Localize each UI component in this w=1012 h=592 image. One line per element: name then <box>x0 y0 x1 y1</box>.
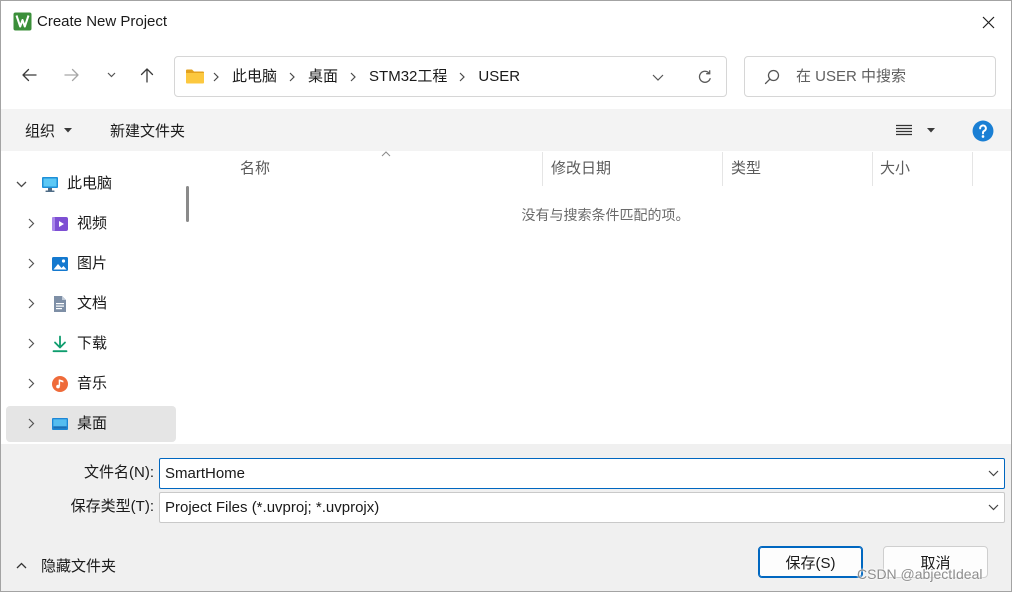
file-list-pane[interactable] <box>200 151 1011 444</box>
chevron-down-icon <box>988 504 999 511</box>
back-button[interactable] <box>13 59 45 91</box>
video-icon <box>51 215 69 233</box>
breadcrumb-separator-icon[interactable] <box>459 72 466 82</box>
new-folder-button[interactable]: 新建文件夹 <box>100 115 195 145</box>
forward-button[interactable] <box>56 59 88 91</box>
window-title: Create New Project <box>37 13 168 30</box>
chevron-up-icon <box>16 562 27 569</box>
breadcrumb-desktop[interactable]: 桌面 <box>308 67 338 87</box>
hide-folders-label: 隐藏文件夹 <box>41 557 117 575</box>
breadcrumb-stm32-project[interactable]: STM32工程 <box>369 67 447 87</box>
search-icon <box>764 69 780 85</box>
sidebar-item-label: 视频 <box>77 215 108 232</box>
chevron-right-icon[interactable] <box>28 258 35 269</box>
arrow-left-icon <box>21 67 37 83</box>
column-header-name[interactable]: 名称 <box>201 152 543 186</box>
monitor-icon <box>41 175 59 193</box>
arrow-up-icon <box>139 67 155 83</box>
sidebar-item-pictures[interactable]: 图片 <box>6 246 176 282</box>
refresh-icon <box>697 69 713 85</box>
address-history-button[interactable] <box>642 61 674 93</box>
column-header-date-modified[interactable]: 修改日期 <box>543 152 723 186</box>
dropdown-triangle-icon <box>64 127 73 133</box>
chevron-up-icon <box>381 151 391 157</box>
keil-uvision-icon <box>13 12 32 31</box>
chevron-down-icon <box>988 470 999 477</box>
file-name-input[interactable] <box>160 459 980 488</box>
save-button[interactable]: 保存(S) <box>758 546 863 578</box>
sidebar-item-label: 图片 <box>77 255 108 272</box>
hide-folders-toggle[interactable]: 隐藏文件夹 <box>9 552 122 578</box>
empty-list-message: 没有与搜索条件匹配的项。 <box>521 207 690 223</box>
chevron-right-icon[interactable] <box>28 298 35 309</box>
breadcrumb-separator-icon[interactable] <box>213 72 219 82</box>
music-icon <box>51 375 69 393</box>
save-type-select[interactable]: Project Files (*.uvproj; *.uvprojx) <box>159 492 1005 523</box>
file-name-label: 文件名(N): <box>84 464 154 481</box>
column-header-type[interactable]: 类型 <box>723 152 873 186</box>
address-bar[interactable]: 此电脑 桌面 STM32工程 USER <box>174 56 727 97</box>
desktop-icon <box>51 415 69 433</box>
chevron-down-icon[interactable] <box>16 181 27 188</box>
chevron-right-icon[interactable] <box>28 378 35 389</box>
search-input[interactable] <box>788 57 988 96</box>
create-project-dialog: Create New Project 此电脑 桌面 STM32工程 USER 在… <box>0 0 1012 592</box>
help-button[interactable] <box>972 120 994 142</box>
document-icon <box>51 295 69 313</box>
sidebar-item-desktop[interactable]: 桌面 <box>6 406 176 442</box>
sidebar-item-label: 此电脑 <box>67 175 113 192</box>
view-options-button[interactable] <box>890 115 946 145</box>
sidebar-item-label: 桌面 <box>77 415 108 432</box>
dropdown-triangle-icon <box>927 128 935 133</box>
folder-icon <box>185 68 205 85</box>
sidebar-item-downloads[interactable]: 下载 <box>6 326 176 362</box>
list-view-icon <box>896 124 912 136</box>
breadcrumb-separator-icon[interactable] <box>350 72 356 82</box>
organize-label: 组织 <box>25 122 56 140</box>
chevron-right-icon[interactable] <box>28 338 35 349</box>
recent-locations-button[interactable] <box>100 63 122 87</box>
sidebar-item-videos[interactable]: 视频 <box>6 206 176 242</box>
save-button-label: 保存(S) <box>785 554 836 572</box>
breadcrumb-this-pc[interactable]: 此电脑 <box>232 67 277 87</box>
chevron-right-icon[interactable] <box>28 418 35 429</box>
save-type-value: Project Files (*.uvproj; *.uvprojx) <box>165 499 380 516</box>
breadcrumb-user[interactable]: USER <box>478 67 520 87</box>
sidebar-item-label: 音乐 <box>77 375 108 392</box>
sidebar-item-label: 下载 <box>77 335 108 352</box>
new-folder-label: 新建文件夹 <box>110 122 186 140</box>
help-icon <box>972 120 994 142</box>
picture-icon <box>51 255 69 273</box>
file-name-combobox[interactable] <box>159 458 1005 489</box>
close-button[interactable] <box>965 6 1011 38</box>
sidebar-item-documents[interactable]: 文档 <box>6 286 176 322</box>
up-button[interactable] <box>131 59 163 91</box>
organize-menu-button[interactable]: 组织 <box>15 115 80 145</box>
column-header-size[interactable]: 大小 <box>873 152 973 186</box>
refresh-button[interactable] <box>689 61 721 93</box>
chevron-down-icon <box>652 74 664 81</box>
chevron-right-icon[interactable] <box>28 218 35 229</box>
cancel-button[interactable]: 取消 <box>883 546 988 578</box>
breadcrumb-separator-icon[interactable] <box>289 72 295 82</box>
navigation-pane-scrollbar[interactable] <box>186 186 189 222</box>
cancel-button-label: 取消 <box>920 554 951 572</box>
close-icon <box>982 16 995 29</box>
sidebar-item-music[interactable]: 音乐 <box>6 366 176 402</box>
file-name-dropdown-button[interactable] <box>982 459 1004 488</box>
save-type-dropdown-button[interactable] <box>982 493 1004 522</box>
download-icon <box>51 335 69 353</box>
search-box[interactable] <box>744 56 996 97</box>
arrow-right-icon <box>64 67 80 83</box>
sidebar-item-this-pc[interactable]: 此电脑 <box>6 166 176 202</box>
chevron-down-icon <box>107 72 116 78</box>
sidebar-item-label: 文档 <box>77 295 108 312</box>
save-type-label: 保存类型(T): <box>70 498 154 515</box>
